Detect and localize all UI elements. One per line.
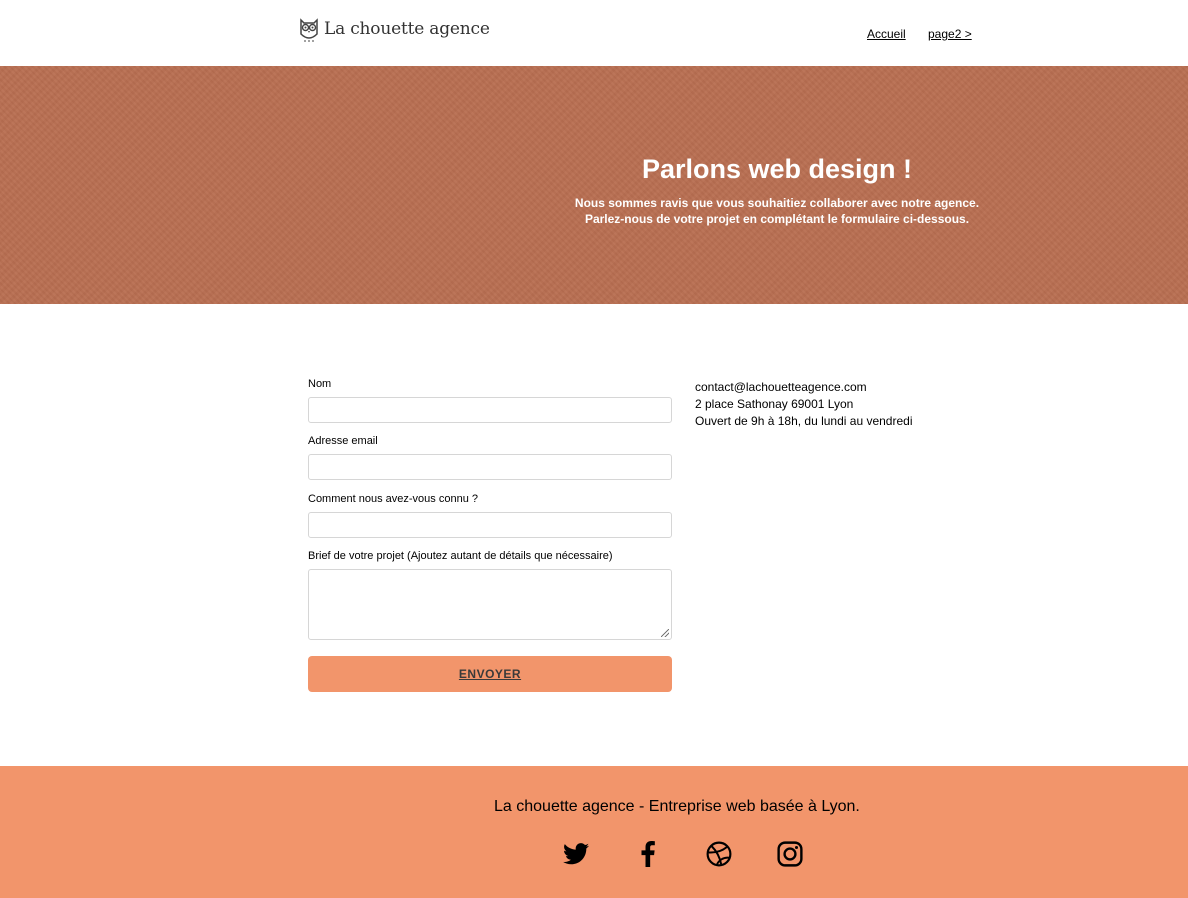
submit-button[interactable]: ENVOYER — [308, 656, 672, 692]
facebook-icon[interactable] — [634, 840, 662, 868]
email-label: Adresse email — [308, 435, 378, 447]
source-label: Comment nous avez-vous connu ? — [308, 493, 478, 505]
hero-intro: Nous sommes ravis que vous souhaitiez co… — [366, 195, 1188, 227]
name-label: Nom — [308, 378, 332, 390]
resize-handle[interactable] — [661, 629, 669, 637]
hero-intro-line1: Nous sommes ravis que vous souhaitiez co… — [574, 196, 980, 210]
brief-textarea[interactable] — [308, 569, 672, 640]
contact-info: contact@lachouetteagence.com 2 place Sat… — [695, 379, 913, 430]
twitter-icon[interactable] — [562, 840, 590, 868]
instagram-icon[interactable] — [776, 840, 804, 868]
site-footer: La chouette agence - Entreprise web basé… — [0, 766, 1188, 898]
hero-intro-line2: Parlez-nous de votre projet en complétan… — [584, 212, 970, 226]
contact-hours: Ouvert de 9h à 18h, du lundi au vendredi — [695, 414, 913, 428]
owl-icon — [298, 16, 320, 42]
brand-logo[interactable]: La chouette agence — [298, 16, 490, 42]
source-input[interactable] — [308, 512, 672, 538]
hero-banner: Parlons web design ! Nous sommes ravis q… — [0, 66, 1188, 304]
site-header: La chouette agence Accueil page2 > — [0, 0, 1188, 66]
name-input[interactable] — [308, 397, 672, 423]
nav-link-home[interactable]: Accueil — [867, 27, 906, 41]
email-input[interactable] — [308, 454, 672, 480]
dribbble-icon[interactable] — [705, 840, 733, 868]
nav-link-page2[interactable]: page2 > — [928, 27, 972, 41]
contact-address: 2 place Sathonay 69001 Lyon — [695, 397, 854, 411]
brand-name: La chouette agence — [324, 19, 490, 39]
footer-tagline: La chouette agence - Entreprise web basé… — [494, 798, 860, 815]
contact-email: contact@lachouetteagence.com — [695, 380, 867, 394]
brief-label: Brief de votre projet (Ajoutez autant de… — [308, 550, 613, 562]
contact-form: Nom Adresse email Comment nous avez-vous… — [308, 378, 672, 692]
hero-title: Parlons web design ! — [641, 154, 913, 184]
submit-label: ENVOYER — [458, 667, 522, 681]
